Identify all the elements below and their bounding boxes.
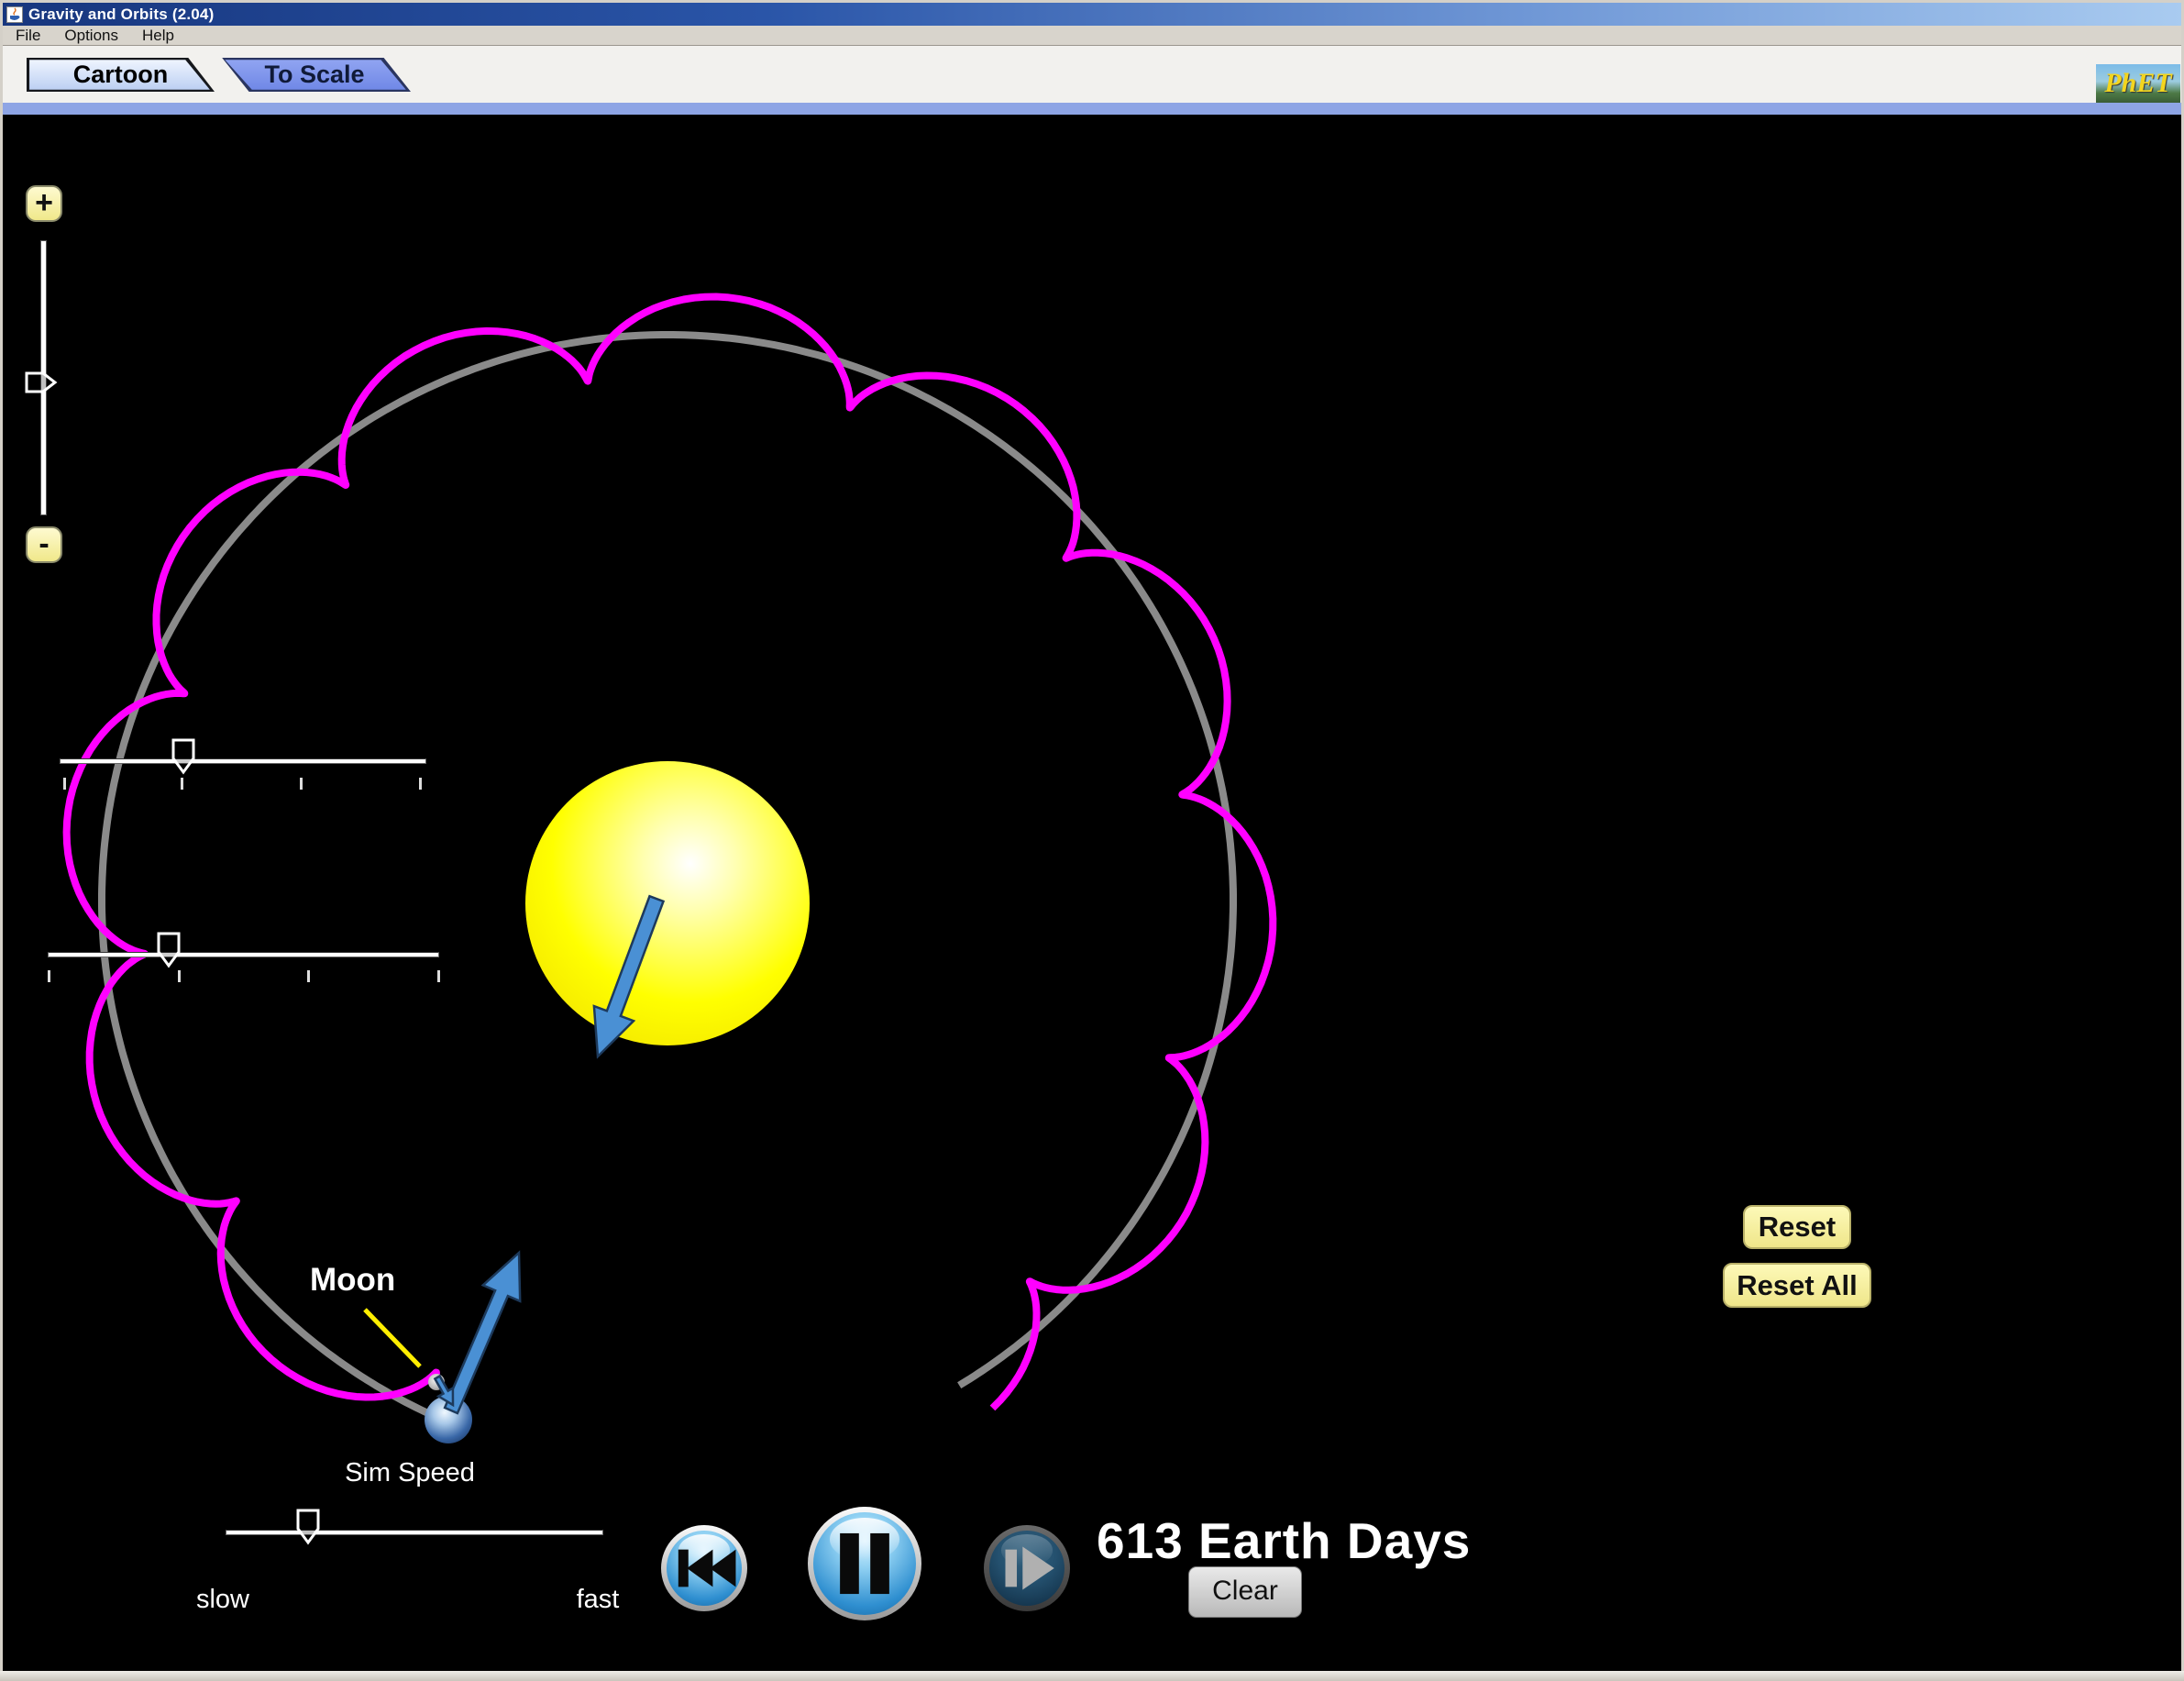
star-tick-3 [300, 778, 303, 790]
planet-tick-1 [48, 970, 50, 982]
phet-logo: PhET [2096, 64, 2180, 103]
rewind-icon [661, 1525, 747, 1611]
sim-speed-thumb[interactable] [295, 1509, 321, 1545]
sim-speed-fast-label: fast [552, 1585, 644, 1615]
menu-help[interactable]: Help [142, 27, 174, 45]
menu-options[interactable]: Options [64, 27, 118, 45]
moon-callout-line [365, 1310, 420, 1366]
earth-gravity-arrow [445, 1253, 520, 1413]
step-button[interactable] [984, 1525, 1070, 1611]
planet-tick-3 [307, 970, 310, 982]
clear-button[interactable]: Clear [1188, 1566, 1302, 1618]
sun-body[interactable] [525, 761, 810, 1045]
tab-to-scale-label: To Scale [218, 58, 411, 92]
planet-slider-thumb[interactable] [156, 932, 182, 968]
window-title: Gravity and Orbits (2.04) [28, 6, 214, 24]
star-slider-thumb[interactable] [171, 738, 196, 775]
menu-bar: File Options Help [3, 26, 2181, 46]
window-frame [0, 1671, 2184, 1681]
star-tick-4 [419, 778, 422, 790]
moon-label: Moon [310, 1262, 395, 1299]
menu-file[interactable]: File [16, 27, 40, 45]
planet-slider-track[interactable] [48, 952, 439, 957]
zoom-out-button[interactable]: - [26, 526, 62, 563]
star-tick-1 [63, 778, 66, 790]
sim-speed-track[interactable] [226, 1530, 603, 1535]
title-bar: Gravity and Orbits (2.04) [3, 3, 2181, 26]
coffee-cup-icon [7, 7, 22, 22]
sim-speed-slow-label: slow [177, 1585, 269, 1615]
planet-tick-4 [437, 970, 440, 982]
star-tick-2 [181, 778, 183, 790]
java-app-icon [6, 6, 23, 23]
planet-tick-2 [178, 970, 181, 982]
pause-button[interactable] [808, 1507, 921, 1620]
scene [0, 0, 2184, 1681]
tab-cartoon-label: Cartoon [27, 58, 215, 92]
tab-underline-strip [3, 103, 2181, 115]
reset-all-button[interactable]: Reset All [1723, 1263, 1871, 1308]
app-window: Gravity and Orbits (2.04) _ □ ✕ File Opt… [0, 0, 2184, 1681]
reset-button[interactable]: Reset [1743, 1205, 1851, 1249]
earth-days-counter: 613 Earth Days [1097, 1511, 1471, 1570]
sim-speed-label: Sim Speed [318, 1458, 502, 1488]
zoom-in-button[interactable]: + [26, 185, 62, 222]
window-frame [0, 0, 2184, 3]
tab-to-scale[interactable]: To Scale [218, 58, 411, 92]
star-slider-track[interactable] [60, 758, 426, 764]
window-frame [0, 0, 3, 1681]
step-icon [984, 1525, 1070, 1611]
rewind-button[interactable] [661, 1525, 747, 1611]
phet-logo-text: PhET [2104, 68, 2171, 99]
pause-icon [808, 1507, 921, 1620]
tab-cartoon[interactable]: Cartoon [27, 58, 215, 92]
zoom-slider-thumb[interactable] [25, 370, 58, 394]
tab-bar: Cartoon To Scale [3, 46, 2181, 103]
